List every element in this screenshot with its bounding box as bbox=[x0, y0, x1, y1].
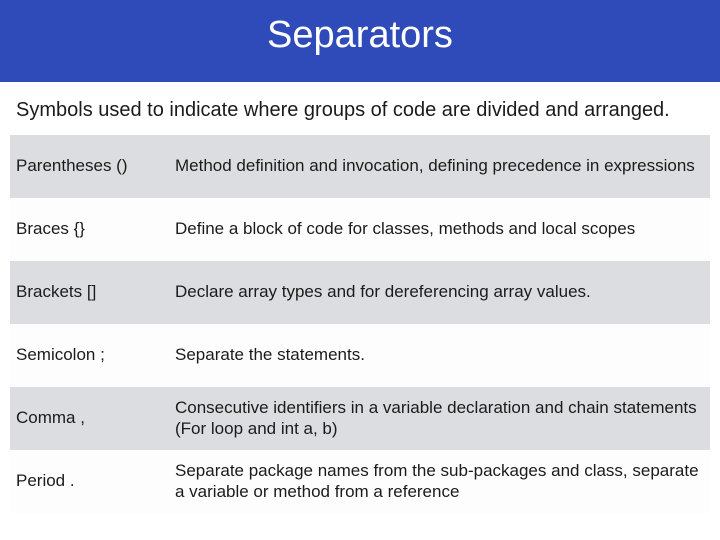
separator-name: Parentheses () bbox=[10, 135, 165, 198]
separator-name: Comma , bbox=[10, 387, 165, 450]
table-row: Period . Separate package names from the… bbox=[10, 450, 710, 513]
separator-desc: Separate package names from the sub-pack… bbox=[165, 450, 710, 513]
separator-desc: Consecutive identifiers in a variable de… bbox=[165, 387, 710, 450]
separators-table-wrap: Parentheses () Method definition and inv… bbox=[0, 135, 720, 513]
table-row: Semicolon ; Separate the statements. bbox=[10, 324, 710, 387]
separator-name: Brackets [] bbox=[10, 261, 165, 324]
slide-header: Separators bbox=[0, 0, 720, 82]
separator-name: Braces {} bbox=[10, 198, 165, 261]
separator-desc: Define a block of code for classes, meth… bbox=[165, 198, 710, 261]
intro-text: Symbols used to indicate where groups of… bbox=[0, 82, 720, 135]
separator-desc: Separate the statements. bbox=[165, 324, 710, 387]
separator-name: Semicolon ; bbox=[10, 324, 165, 387]
table-row: Brackets [] Declare array types and for … bbox=[10, 261, 710, 324]
table-row: Braces {} Define a block of code for cla… bbox=[10, 198, 710, 261]
separator-desc: Declare array types and for dereferencin… bbox=[165, 261, 710, 324]
separator-desc: Method definition and invocation, defini… bbox=[165, 135, 710, 198]
table-row: Parentheses () Method definition and inv… bbox=[10, 135, 710, 198]
separators-table: Parentheses () Method definition and inv… bbox=[10, 135, 710, 513]
slide-title: Separators bbox=[0, 14, 720, 57]
table-row: Comma , Consecutive identifiers in a var… bbox=[10, 387, 710, 450]
separator-name: Period . bbox=[10, 450, 165, 513]
